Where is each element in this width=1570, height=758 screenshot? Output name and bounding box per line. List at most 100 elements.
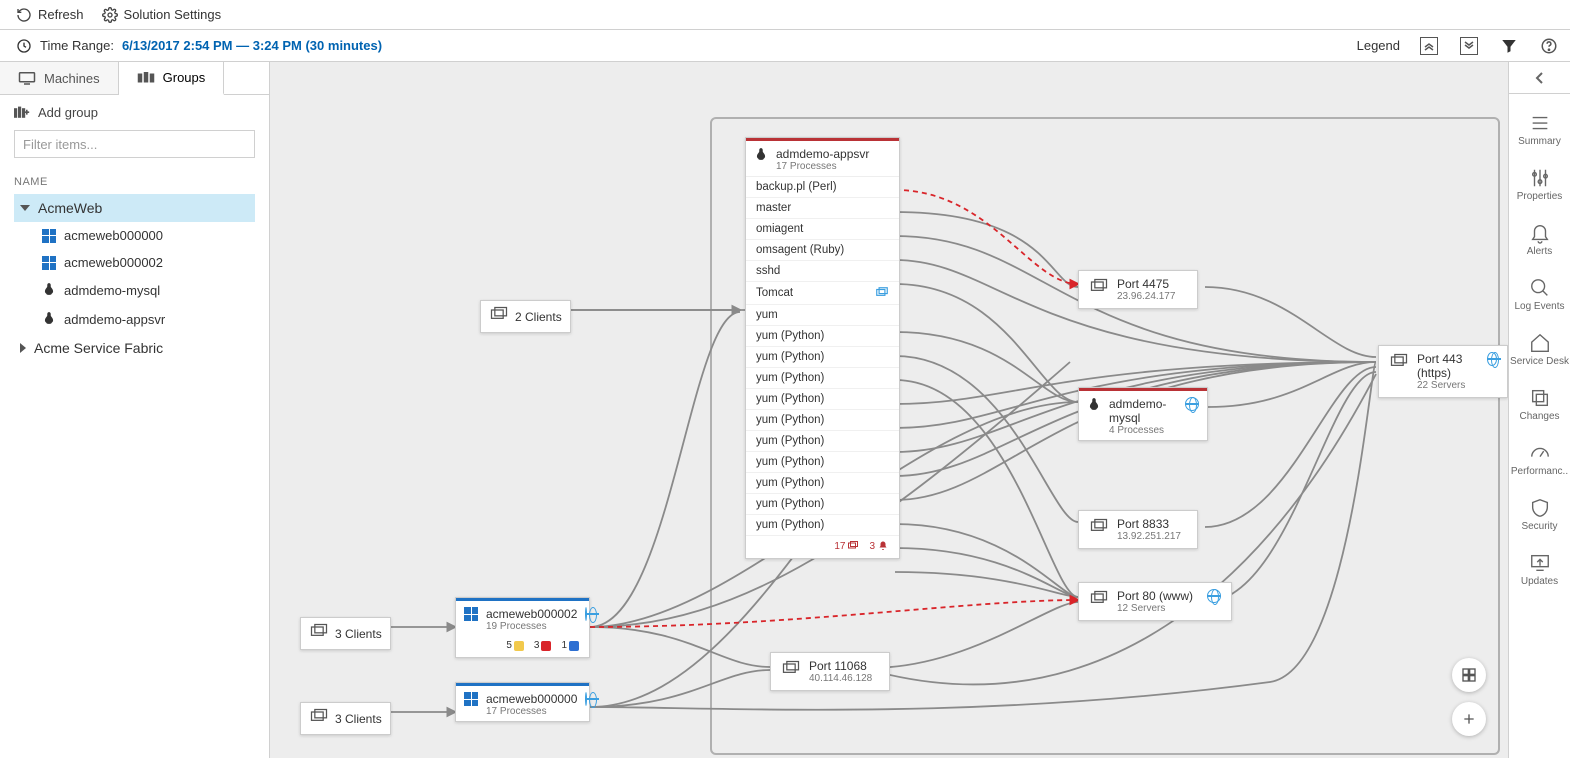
- badge-count: 17: [834, 541, 845, 552]
- windows-icon: [42, 229, 56, 243]
- process-item[interactable]: Tomcat: [746, 282, 899, 305]
- group-label: Acme Service Fabric: [34, 340, 163, 356]
- port-subtitle: 40.114.46.128: [809, 673, 872, 684]
- rail-changes[interactable]: Changes: [1509, 385, 1570, 424]
- process-item[interactable]: yum (Python): [746, 452, 899, 473]
- search-icon: [1529, 277, 1551, 299]
- process-list: backup.pl (Perl)masteromiagentomsagent (…: [746, 176, 899, 536]
- rail-performance[interactable]: Performanc..: [1509, 440, 1570, 479]
- collapse-all-button[interactable]: [1418, 35, 1440, 57]
- linux-icon: [1087, 397, 1101, 414]
- process-item[interactable]: yum (Python): [746, 389, 899, 410]
- copy-icon: [1529, 387, 1551, 409]
- process-item[interactable]: sshd: [746, 261, 899, 282]
- sidebar-tabs: Machines Groups: [0, 62, 269, 95]
- process-item[interactable]: yum (Python): [746, 410, 899, 431]
- clients-node-3b[interactable]: 3 Clients: [300, 702, 391, 735]
- solution-settings-button[interactable]: Solution Settings: [102, 7, 222, 23]
- refresh-icon: [16, 7, 32, 23]
- machine-title: admdemo-appsvr: [776, 147, 891, 161]
- rail-collapse-button[interactable]: [1509, 62, 1570, 94]
- legend-button[interactable]: Legend: [1357, 38, 1400, 53]
- clients-node-3a[interactable]: 3 Clients: [300, 617, 391, 650]
- port-node-443[interactable]: Port 443 (https)22 Servers: [1378, 345, 1508, 398]
- rail-label: Service Desk: [1510, 356, 1569, 367]
- stack-icon: [1089, 277, 1109, 300]
- globe-icon: [585, 692, 587, 706]
- badge-count: 3: [869, 541, 875, 552]
- machine-subtitle: 17 Processes: [486, 706, 577, 717]
- machine-node-appsvr[interactable]: admdemo-appsvr 17 Processes backup.pl (P…: [745, 137, 900, 559]
- clients-node-2[interactable]: 2 Clients: [480, 300, 571, 333]
- monitor-icon: [18, 71, 36, 85]
- funnel-icon: [1500, 37, 1518, 55]
- machine-node-mysql[interactable]: admdemo-mysql 4 Processes: [1078, 387, 1208, 441]
- port-title: Port 11068: [809, 659, 872, 673]
- caret-down-icon: [20, 205, 30, 211]
- badge-count: 1: [561, 640, 567, 651]
- machine-admdemo-mysql[interactable]: admdemo-mysql: [14, 276, 255, 305]
- process-item[interactable]: yum (Python): [746, 515, 899, 536]
- machine-node-acmeweb000000[interactable]: acmeweb000000 17 Processes: [455, 682, 590, 722]
- expand-all-button[interactable]: [1458, 35, 1480, 57]
- process-item[interactable]: yum (Python): [746, 347, 899, 368]
- group-acmeweb[interactable]: AcmeWeb: [14, 194, 255, 222]
- port-subtitle: 23.96.24.177: [1117, 291, 1175, 302]
- process-item[interactable]: yum (Python): [746, 431, 899, 452]
- stack-icon: [781, 659, 801, 682]
- port-subtitle: 22 Servers: [1417, 380, 1473, 391]
- time-range-value[interactable]: 6/13/2017 2:54 PM — 3:24 PM (30 minutes): [122, 38, 382, 53]
- chevrons-down-icon: [1464, 41, 1474, 51]
- tab-groups[interactable]: Groups: [119, 62, 225, 95]
- machine-acmeweb000002[interactable]: acmeweb000002: [14, 249, 255, 276]
- process-item[interactable]: backup.pl (Perl): [746, 177, 899, 198]
- tab-groups-label: Groups: [163, 70, 206, 85]
- machine-node-acmeweb000002[interactable]: acmeweb000002 19 Processes 5 3 1: [455, 597, 590, 658]
- port-node-8833[interactable]: Port 883313.92.251.217: [1078, 510, 1198, 549]
- machine-subtitle: 17 Processes: [776, 161, 891, 172]
- machine-badges: 5 3 1: [456, 636, 589, 657]
- group-acme-service-fabric[interactable]: Acme Service Fabric: [14, 334, 255, 362]
- process-item[interactable]: yum (Python): [746, 368, 899, 389]
- rail-label: Alerts: [1527, 246, 1553, 257]
- rail-properties[interactable]: Properties: [1509, 165, 1570, 204]
- port-node-11068[interactable]: Port 1106840.114.46.128: [770, 652, 890, 691]
- port-node-80[interactable]: Port 80 (www)12 Servers: [1078, 582, 1232, 621]
- process-item[interactable]: yum (Python): [746, 473, 899, 494]
- add-group-button[interactable]: Add group: [14, 105, 255, 120]
- stack-icon: [309, 707, 329, 730]
- rail-log-events[interactable]: Log Events: [1509, 275, 1570, 314]
- tab-machines[interactable]: Machines: [0, 62, 119, 94]
- time-range-label: Time Range:: [40, 38, 114, 53]
- machine-subtitle: 4 Processes: [1109, 425, 1177, 436]
- fit-to-screen-button[interactable]: [1452, 658, 1486, 692]
- process-item[interactable]: yum: [746, 305, 899, 326]
- process-item[interactable]: omsagent (Ruby): [746, 240, 899, 261]
- add-group-icon: [14, 106, 30, 120]
- shield-icon: [1529, 497, 1551, 519]
- process-item[interactable]: yum (Python): [746, 326, 899, 347]
- process-item[interactable]: yum (Python): [746, 494, 899, 515]
- settings-label: Solution Settings: [124, 7, 222, 22]
- rail-alerts[interactable]: Alerts: [1509, 220, 1570, 259]
- filter-button[interactable]: [1498, 35, 1520, 57]
- filter-input[interactable]: [14, 130, 255, 158]
- port-subtitle: 12 Servers: [1117, 603, 1193, 614]
- rail-security[interactable]: Security: [1509, 495, 1570, 534]
- machine-admdemo-appsvr[interactable]: admdemo-appsvr: [14, 305, 255, 334]
- refresh-label: Refresh: [38, 7, 84, 22]
- zoom-in-button[interactable]: [1452, 702, 1486, 736]
- process-item[interactable]: master: [746, 198, 899, 219]
- rail-service-desk[interactable]: Service Desk: [1509, 330, 1570, 369]
- refresh-button[interactable]: Refresh: [16, 7, 84, 23]
- port-node-4475[interactable]: Port 447523.96.24.177: [1078, 270, 1198, 309]
- machine-acmeweb000000[interactable]: acmeweb000000: [14, 222, 255, 249]
- rail-updates[interactable]: Updates: [1509, 550, 1570, 589]
- dependency-map-canvas[interactable]: 2 Clients 3 Clients 3 Clients acmeweb000…: [270, 62, 1508, 758]
- rail-label: Log Events: [1514, 301, 1564, 312]
- help-button[interactable]: [1538, 35, 1560, 57]
- process-item[interactable]: omiagent: [746, 219, 899, 240]
- sliders-icon: [1529, 167, 1551, 189]
- rail-summary[interactable]: Summary: [1509, 110, 1570, 149]
- globe-icon: [1207, 589, 1221, 603]
